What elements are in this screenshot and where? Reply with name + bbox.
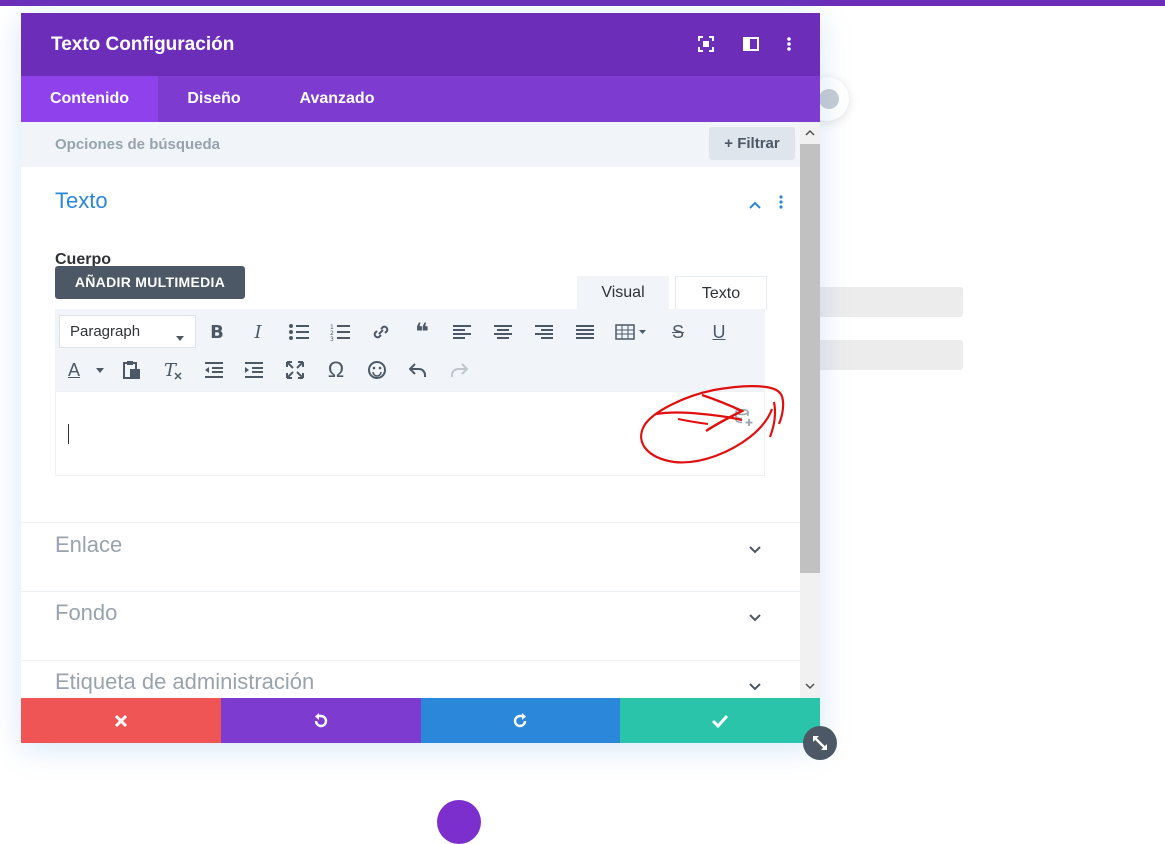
emoji-icon[interactable]	[366, 359, 388, 381]
underline-icon[interactable]: U	[708, 321, 730, 343]
link-icon[interactable]	[370, 321, 392, 343]
modal-content: Opciones de búsqueda + Filtrar Texto Cue…	[21, 122, 800, 698]
fullscreen-icon[interactable]	[284, 359, 306, 381]
align-center-icon[interactable]	[492, 321, 514, 343]
search-bar[interactable]: Opciones de búsqueda + Filtrar	[21, 122, 800, 167]
align-left-icon[interactable]	[451, 321, 473, 343]
more-vertical-icon[interactable]	[781, 36, 797, 52]
text-color-dropdown-icon[interactable]	[89, 359, 111, 381]
special-char-icon[interactable]: Ω	[325, 357, 347, 382]
split-layout-icon[interactable]	[743, 36, 759, 52]
table-icon[interactable]	[615, 321, 649, 343]
modal-header[interactable]: Texto Configuración	[21, 13, 820, 76]
chevron-up-icon[interactable]	[748, 197, 762, 215]
resize-arrows-icon	[813, 736, 827, 750]
save-button[interactable]	[620, 698, 820, 743]
outdent-icon[interactable]	[203, 359, 225, 381]
section-title-texto[interactable]: Texto	[55, 188, 108, 214]
blockquote-icon[interactable]: ❝	[411, 319, 433, 346]
dropdown-caret-icon	[176, 328, 184, 346]
numbered-list-icon[interactable]: 123	[329, 321, 351, 343]
section-divider	[21, 522, 800, 523]
focus-icon[interactable]	[698, 36, 714, 52]
tab-avanzado[interactable]: Avanzado	[270, 76, 404, 122]
undo-button[interactable]	[220, 698, 421, 743]
tab-visual[interactable]: Visual	[577, 276, 669, 310]
redo-icon	[514, 712, 527, 727]
background-placeholder-bar	[800, 287, 963, 317]
bullet-list-icon[interactable]	[288, 321, 310, 343]
background-placeholder-bar	[800, 340, 963, 370]
section-divider	[21, 660, 800, 661]
globe-icon	[819, 89, 839, 109]
section-title-etiqueta[interactable]: Etiqueta de administración	[55, 669, 314, 695]
indent-icon[interactable]	[243, 359, 265, 381]
chevron-down-icon[interactable]	[748, 679, 762, 697]
redo-icon[interactable]	[448, 359, 470, 381]
text-color-icon[interactable]: A	[63, 359, 85, 381]
modal-footer	[21, 698, 820, 743]
section-menu-icon[interactable]	[778, 194, 784, 215]
svg-text:T: T	[164, 360, 178, 380]
bold-icon[interactable]: B	[206, 321, 228, 343]
scroll-up-arrow-icon[interactable]	[800, 122, 820, 142]
undo-icon	[314, 712, 327, 727]
settings-modal: Texto Configuración Contenido Diseño Ava…	[21, 13, 820, 743]
scrollbar-thumb[interactable]	[800, 144, 820, 573]
cancel-button[interactable]	[21, 698, 221, 743]
italic-icon[interactable]: I	[247, 321, 269, 343]
paste-text-icon[interactable]	[121, 359, 143, 381]
redo-button[interactable]	[420, 698, 621, 743]
plus-icon: +	[724, 135, 734, 152]
undo-icon[interactable]	[407, 359, 429, 381]
filter-label: Filtrar	[737, 135, 780, 152]
chevron-down-icon[interactable]	[748, 542, 762, 560]
tab-diseno[interactable]: Diseño	[158, 76, 270, 122]
filter-button[interactable]: + Filtrar	[709, 127, 795, 160]
add-module-button[interactable]	[437, 800, 481, 844]
clear-format-icon[interactable]: T	[162, 359, 184, 381]
text-caret	[68, 424, 69, 444]
section-divider	[21, 591, 800, 592]
section-title-fondo[interactable]: Fondo	[55, 600, 117, 626]
tab-texto[interactable]: Texto	[675, 276, 767, 310]
annotation-circle-arrow	[638, 369, 788, 484]
modal-tabs: Contenido Diseño Avanzado	[21, 76, 820, 122]
tab-contenido[interactable]: Contenido	[21, 76, 158, 122]
add-media-button[interactable]: AÑADIR MULTIMEDIA	[55, 266, 245, 299]
search-input[interactable]: Opciones de búsqueda	[55, 136, 220, 153]
justify-icon[interactable]	[574, 321, 596, 343]
strikethrough-icon[interactable]: S	[667, 321, 689, 343]
scroll-down-arrow-icon[interactable]	[800, 676, 820, 696]
chevron-down-icon[interactable]	[748, 610, 762, 628]
svg-text:3: 3	[330, 336, 334, 341]
modal-title: Texto Configuración	[51, 34, 235, 55]
format-select[interactable]: Paragraph	[59, 315, 196, 348]
align-right-icon[interactable]	[533, 321, 555, 343]
save-check-icon	[712, 714, 729, 728]
format-select-value: Paragraph	[70, 323, 141, 340]
resize-handle[interactable]	[803, 726, 837, 760]
section-title-enlace[interactable]: Enlace	[55, 532, 122, 558]
page-top-bar	[0, 0, 1165, 6]
cancel-icon	[114, 714, 127, 727]
